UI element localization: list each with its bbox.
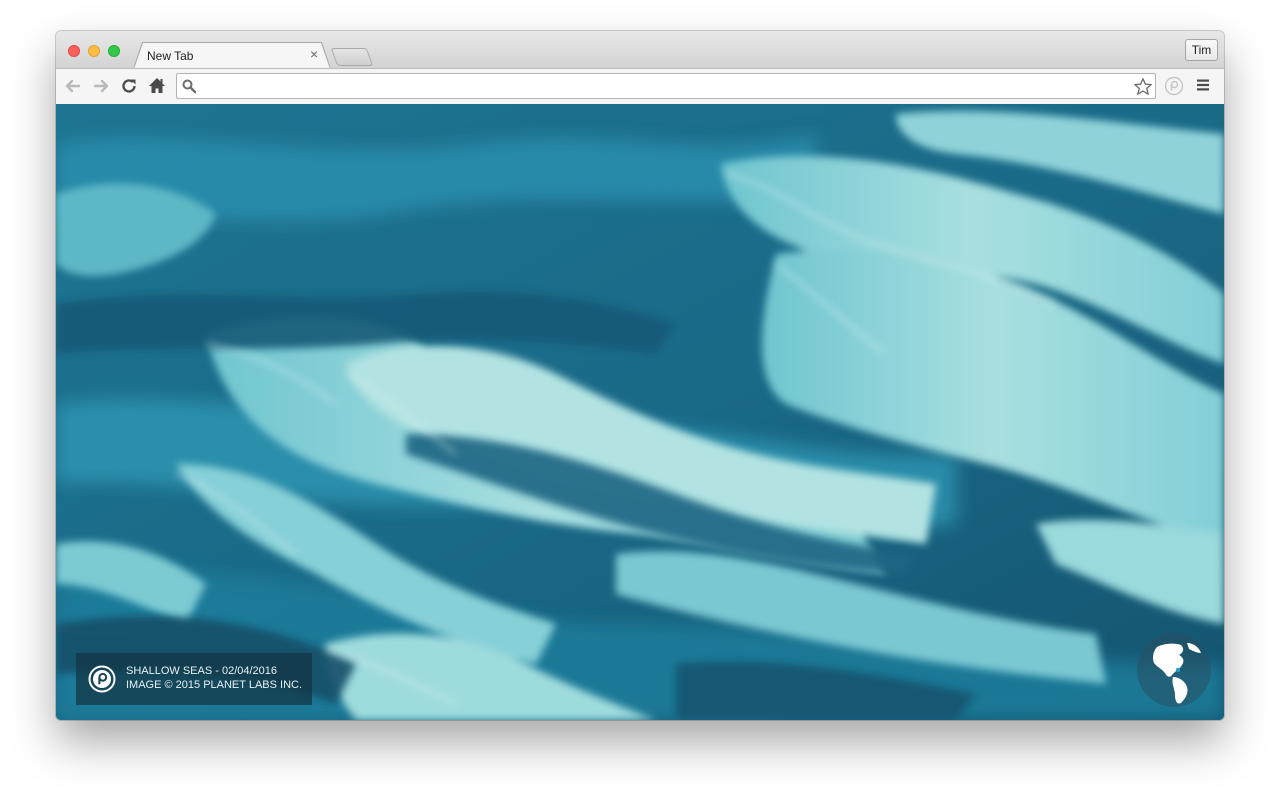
reload-icon[interactable] xyxy=(118,75,140,97)
image-credit: IMAGE © 2015 PLANET LABS INC. xyxy=(126,679,303,691)
tab-close-icon[interactable]: × xyxy=(310,46,318,62)
planet-logo-icon xyxy=(88,665,116,698)
star-icon[interactable] xyxy=(1133,77,1153,102)
home-icon[interactable] xyxy=(146,75,168,97)
minimize-window-button[interactable] xyxy=(88,45,100,57)
address-input[interactable] xyxy=(201,77,1125,97)
new-tab-button[interactable] xyxy=(330,48,374,66)
tab-strip: New Tab × Tim xyxy=(56,31,1224,69)
back-arrow-icon[interactable] xyxy=(62,75,84,97)
browser-window: New Tab × Tim SHALLOW SEAS - 02/04/2016 … xyxy=(56,31,1224,720)
profile-button[interactable]: Tim xyxy=(1185,39,1218,61)
tab-title: New Tab xyxy=(147,49,194,63)
new-tab-page: SHALLOW SEAS - 02/04/2016 IMAGE © 2015 P… xyxy=(56,104,1224,720)
image-title: SHALLOW SEAS - 02/04/2016 xyxy=(126,665,278,677)
tab-new-tab[interactable]: New Tab × xyxy=(134,43,330,69)
toolbar xyxy=(56,68,1224,105)
close-window-button[interactable] xyxy=(68,45,80,57)
address-bar[interactable] xyxy=(176,73,1156,99)
hamburger-menu-icon[interactable] xyxy=(1196,78,1210,97)
globe-icon[interactable] xyxy=(1135,631,1213,714)
image-caption[interactable]: SHALLOW SEAS - 02/04/2016 IMAGE © 2015 P… xyxy=(76,653,312,705)
planet-extension-icon[interactable] xyxy=(1164,76,1184,101)
satellite-background-image xyxy=(56,104,1224,720)
maximize-window-button[interactable] xyxy=(108,45,120,57)
search-icon xyxy=(181,78,197,99)
forward-arrow-icon[interactable] xyxy=(90,75,112,97)
